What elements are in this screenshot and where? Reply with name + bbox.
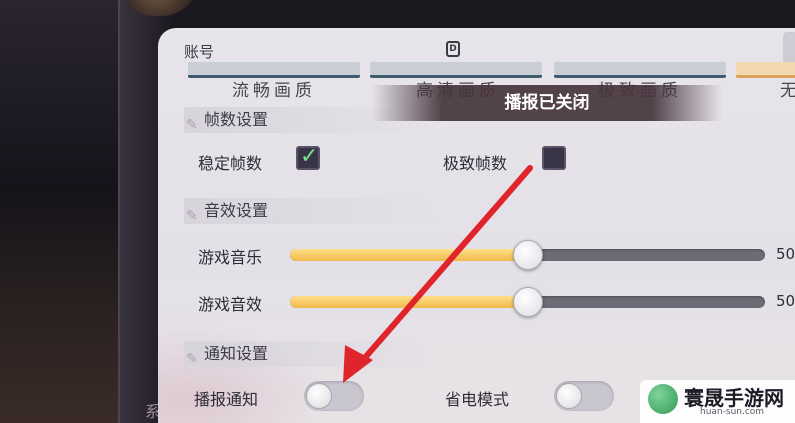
watermark-logo-icon [648, 384, 678, 414]
arrow-shaft [353, 165, 533, 371]
watermark: 寰晟手游网 huan-sun.com [640, 380, 795, 423]
red-arrow-annotation [343, 165, 533, 383]
watermark-url: huan-sun.com [700, 407, 765, 417]
